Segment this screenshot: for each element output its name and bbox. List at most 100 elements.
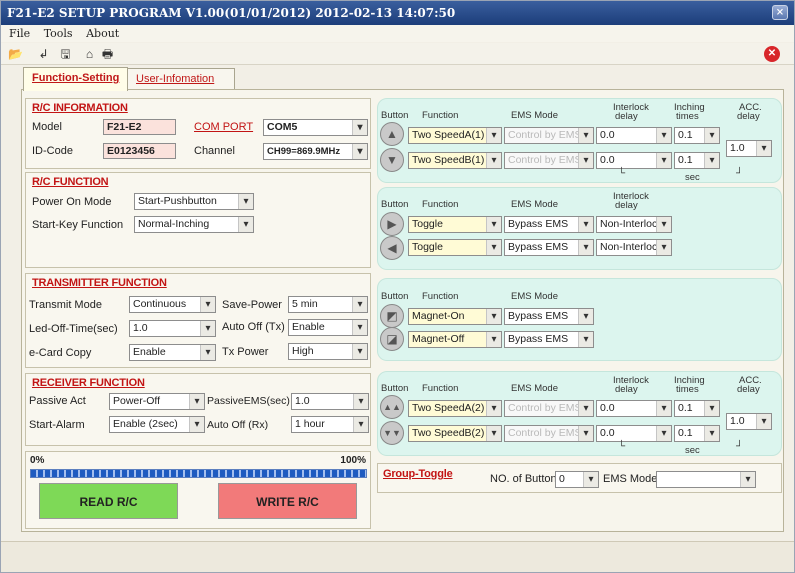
save-icon[interactable]: 🖫 — [57, 46, 74, 62]
sec-label: sec — [685, 172, 700, 183]
auto-off-rx-select[interactable]: 1 hour — [291, 416, 369, 433]
app-window: F21-E2 SETUP PROGRAM V1.00(01/01/2012) 2… — [0, 0, 795, 573]
start-key-function-label: Start-Key Function — [32, 219, 124, 231]
acc-bracket: ┘ — [736, 441, 744, 452]
col-ems-header: EMS Mode — [511, 291, 558, 302]
inching-times-select[interactable]: 0.1 — [674, 127, 720, 144]
com-port-select[interactable]: COM5 — [263, 119, 368, 136]
menu-tools[interactable]: Tools — [44, 27, 73, 40]
tab-user-information[interactable]: User-Infomation — [127, 68, 235, 90]
function-select[interactable]: Two SpeedB(1) — [408, 152, 502, 169]
rc-information-panel: R/C INFORMATION Model F21-E2 ID-Code E01… — [25, 98, 371, 169]
power-on-mode-select[interactable]: Start-Pushbutton — [134, 193, 254, 210]
auto-off-rx-label: Auto Off (Rx) — [207, 419, 269, 431]
ems-mode-select: Control by EMS — [504, 152, 594, 169]
group-toggle-title: Group-Toggle — [383, 468, 453, 480]
interlock-select[interactable]: Non-Interlock — [596, 216, 672, 233]
col-function-header: Function — [422, 199, 459, 210]
col-button-header: Button — [381, 199, 409, 210]
title-bar: F21-E2 SETUP PROGRAM V1.00(01/01/2012) 2… — [1, 1, 794, 25]
receiver-function-panel: RECEIVER FUNCTION Passive Act Power-Off … — [25, 373, 371, 446]
transmit-mode-select[interactable]: Continuous — [129, 296, 216, 313]
passive-act-select[interactable]: Power-Off — [109, 393, 205, 410]
save-power-label: Save-Power — [222, 299, 282, 311]
col-interlock-delay-header: delay — [615, 384, 638, 395]
inching-times-select[interactable]: 0.1 — [674, 152, 720, 169]
write-rc-button[interactable]: WRITE R/C — [218, 483, 357, 519]
ems-mode-select[interactable]: Bypass EMS — [504, 216, 594, 233]
ems-mode-select: Control by EMS — [504, 400, 594, 417]
auto-off-tx-select[interactable]: Enable — [288, 319, 368, 336]
id-code-field: E0123456 — [103, 143, 176, 159]
tx-power-label: Tx Power — [222, 346, 269, 358]
channel-select[interactable]: CH99=869.9MHz — [263, 143, 368, 160]
transmitter-function-title: TRANSMITTER FUNCTION — [32, 277, 167, 289]
arrow-up-icon: ▲ — [380, 122, 404, 146]
function-select[interactable]: Magnet-On — [408, 308, 502, 325]
interlock-bracket: └ — [618, 441, 626, 452]
led-off-time-label: Led-Off-Time(sec) — [29, 323, 118, 335]
menu-about[interactable]: About — [86, 27, 119, 40]
function-select[interactable]: Toggle — [408, 216, 502, 233]
inching-times-select[interactable]: 0.1 — [674, 400, 720, 417]
function-select[interactable]: Two SpeedB(2) — [408, 425, 502, 442]
function-select[interactable]: Toggle — [408, 239, 502, 256]
ems-mode-select[interactable]: Bypass EMS — [504, 239, 594, 256]
window-title: F21-E2 SETUP PROGRAM V1.00(01/01/2012) 2… — [7, 6, 456, 20]
no-of-button-select[interactable]: 0 — [555, 471, 599, 488]
interlock-select[interactable]: Non-Interlock — [596, 239, 672, 256]
start-alarm-select[interactable]: Enable (2sec) — [109, 416, 205, 433]
function-select[interactable]: Magnet-Off — [408, 331, 502, 348]
col-acc-delay-header: delay — [737, 111, 760, 122]
interlock-delay-select[interactable]: 0.0 — [596, 425, 672, 442]
magnet-on-icon: ◩ — [380, 304, 404, 328]
button-group-4-panel: Button Function EMS Mode Interlock delay… — [377, 371, 782, 456]
ems-mode-select: Control by EMS — [504, 127, 594, 144]
col-ems-header: EMS Mode — [511, 383, 558, 394]
status-bar — [1, 541, 794, 572]
com-port-label: COM PORT — [194, 121, 254, 133]
tab-function-setting[interactable]: Function-Setting — [23, 67, 129, 91]
window-close-button[interactable]: × — [772, 5, 788, 20]
ecard-copy-select[interactable]: Enable — [129, 344, 216, 361]
home-icon[interactable]: ⌂ — [81, 46, 98, 62]
menu-file[interactable]: File — [9, 27, 30, 40]
channel-label: Channel — [194, 145, 235, 157]
interlock-delay-select[interactable]: 0.0 — [596, 152, 672, 169]
passive-act-label: Passive Act — [29, 395, 86, 407]
col-function-header: Function — [422, 383, 459, 394]
rc-function-panel: R/C FUNCTION Power On Mode Start-Pushbut… — [25, 172, 371, 268]
col-button-header: Button — [381, 383, 409, 394]
tx-power-select[interactable]: High — [288, 343, 368, 360]
power-on-mode-label: Power On Mode — [32, 196, 112, 208]
start-key-function-select[interactable]: Normal-Inching — [134, 216, 254, 233]
passive-ems-select[interactable]: 1.0 — [291, 393, 369, 410]
acc-delay-select[interactable]: 1.0 — [726, 140, 772, 157]
save-power-select[interactable]: 5 min — [288, 296, 368, 313]
progress-min: 0% — [30, 455, 45, 466]
col-inching-times-header: times — [676, 384, 699, 395]
arrow-left-icon: ◀ — [380, 236, 404, 260]
menu-bar: File Tools About — [1, 25, 794, 42]
ems-mode-select: Control by EMS — [504, 425, 594, 442]
arrow-right-icon: ▶ — [380, 212, 404, 236]
inching-times-select[interactable]: 0.1 — [674, 425, 720, 442]
close-icon[interactable]: ✕ — [764, 46, 780, 62]
read-rc-button[interactable]: READ R/C — [39, 483, 178, 519]
interlock-delay-select[interactable]: 0.0 — [596, 400, 672, 417]
ems-mode-select[interactable]: Bypass EMS — [504, 308, 594, 325]
download-icon[interactable]: ↲ — [35, 46, 52, 62]
led-off-time-select[interactable]: 1.0 — [129, 320, 216, 337]
group-ems-mode-select[interactable] — [656, 471, 756, 488]
interlock-delay-select[interactable]: 0.0 — [596, 127, 672, 144]
sec-label: sec — [685, 445, 700, 456]
acc-delay-select[interactable]: 1.0 — [726, 413, 772, 430]
open-folder-icon[interactable]: 📂 — [7, 46, 24, 62]
function-select[interactable]: Two SpeedA(2) — [408, 400, 502, 417]
button-group-2-panel: Button Function EMS Mode Interlock delay… — [377, 187, 782, 270]
ems-mode-select[interactable]: Bypass EMS — [504, 331, 594, 348]
function-select[interactable]: Two SpeedA(1) — [408, 127, 502, 144]
model-field: F21-E2 — [103, 119, 176, 135]
ecard-copy-label: e-Card Copy — [29, 347, 92, 359]
print-icon[interactable]: 🖶 — [99, 46, 116, 62]
